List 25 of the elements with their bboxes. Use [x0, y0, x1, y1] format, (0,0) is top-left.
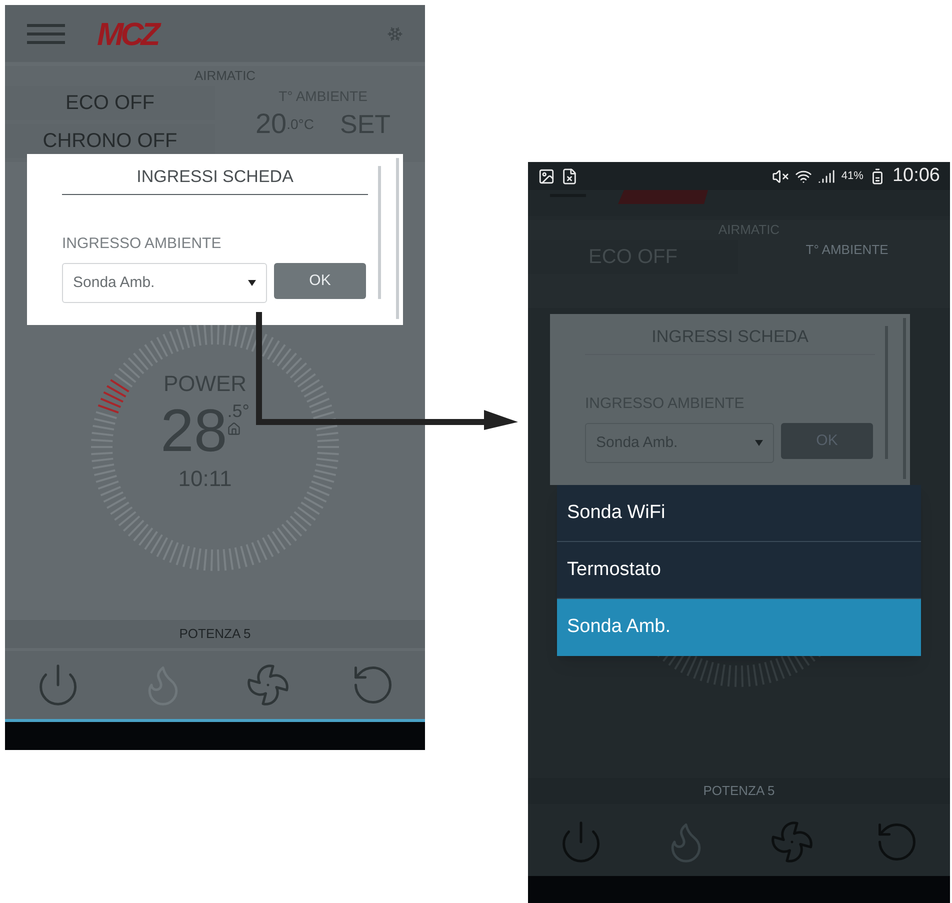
dropdown-option[interactable]: Sonda Amb.: [557, 599, 921, 656]
dialog-title: INGRESSI SCHEDA: [62, 164, 368, 194]
home-icon: [227, 422, 242, 436]
image-icon: [538, 168, 555, 184]
status-time: 10:06: [892, 164, 940, 188]
fan-button[interactable]: [768, 819, 815, 865]
file-x-icon: [561, 168, 578, 184]
caret-icon: [755, 440, 763, 446]
signal-icon: [818, 168, 836, 184]
menu-icon[interactable]: [27, 24, 65, 44]
power-level-bar: POTENZA 5: [5, 620, 425, 648]
caret-icon: [248, 280, 256, 286]
fan-icon: [768, 819, 815, 865]
battery-percent: 41%: [841, 168, 864, 184]
field-label: INGRESSO AMBIENTE: [62, 234, 222, 254]
dropdown-option[interactable]: Termostato: [557, 542, 921, 599]
ambient-label: T° AMBIENTE: [806, 240, 888, 258]
fan-button[interactable]: [244, 662, 290, 708]
mute-icon: [772, 168, 790, 184]
snowflake-icon[interactable]: [387, 26, 403, 42]
fan-icon: [244, 662, 290, 708]
logo: MCZ: [97, 14, 158, 54]
dropdown-option[interactable]: Sonda WiFi: [557, 485, 921, 542]
select-field[interactable]: Sonda Amb.: [62, 263, 267, 303]
ok-button[interactable]: OK: [274, 263, 366, 299]
